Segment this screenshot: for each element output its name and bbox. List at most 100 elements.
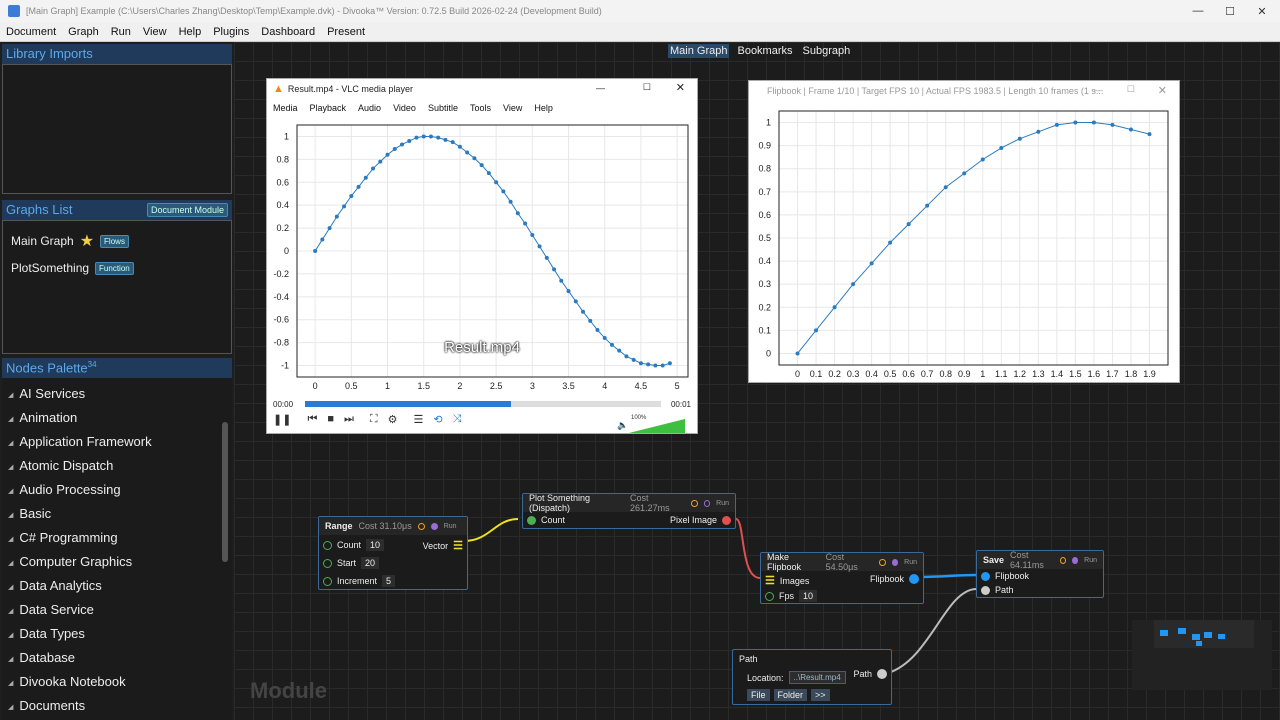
input-pin[interactable] <box>981 585 990 595</box>
output-pin[interactable] <box>909 574 919 584</box>
data-point <box>1054 122 1059 127</box>
output-pin[interactable] <box>722 515 731 525</box>
playlist-icon[interactable]: ☰ <box>413 413 423 426</box>
x-tick-label: 1.9 <box>1143 369 1156 379</box>
data-point <box>363 175 368 180</box>
output-pin[interactable] <box>877 669 887 679</box>
status-indicator-icon <box>430 522 438 530</box>
count-value[interactable]: 10 <box>366 539 385 551</box>
list-pin-icon[interactable]: ☰ <box>453 539 463 552</box>
list-pin-icon[interactable]: ☰ <box>765 574 775 587</box>
maximize-button[interactable]: ☐ <box>643 82 651 93</box>
previous-icon[interactable]: ⏮ <box>307 413 317 426</box>
next-icon[interactable]: ⏭ <box>344 413 354 426</box>
run-button[interactable]: Run <box>444 523 457 530</box>
close-button[interactable]: ✕ <box>676 81 685 94</box>
run-button[interactable]: Run <box>904 559 917 566</box>
flipbook-window[interactable]: Flipbook | Frame 1/10 | Target FPS 10 | … <box>748 80 1180 383</box>
data-point <box>392 147 397 152</box>
path-input[interactable]: Path <box>981 585 1014 595</box>
make-flipbook-node[interactable]: Make Flipbook Cost 54.50μs Run ☰ Images Fps… <box>760 552 924 604</box>
run-indicator-icon <box>691 499 698 507</box>
fps-value[interactable]: 10 <box>799 590 818 602</box>
count-input[interactable]: Count 10 <box>323 539 385 551</box>
run-button[interactable]: Run <box>716 500 729 507</box>
vlc-time-end: 00:01 <box>670 400 691 409</box>
minimap[interactable] <box>1132 620 1272 690</box>
minimize-button[interactable]: — <box>1094 85 1103 95</box>
save-node[interactable]: Save Cost 64.11ms Run Flipbook Path <box>976 550 1104 598</box>
speaker-icon[interactable]: 🔈 <box>617 420 628 431</box>
x-tick-label: 0.9 <box>958 369 971 379</box>
start-value[interactable]: 20 <box>361 557 380 569</box>
input-pin[interactable] <box>323 540 332 550</box>
pause-icon[interactable]: ❚❚ <box>273 413 291 426</box>
data-point <box>667 361 672 366</box>
fullscreen-icon[interactable]: ⛶ <box>370 413 378 426</box>
file-button[interactable]: File <box>747 689 770 701</box>
flipbook-output[interactable]: Flipbook <box>870 574 919 584</box>
maximize-button[interactable]: ☐ <box>1127 84 1135 95</box>
location-value[interactable]: ..\Result.mp4 <box>788 671 846 684</box>
input-pin[interactable] <box>323 558 332 568</box>
data-point <box>638 361 643 366</box>
vlc-menu-audio[interactable]: Audio <box>352 103 387 113</box>
plot-something-node[interactable]: Plot Something (Dispatch) Cost 261.27ms Ru… <box>522 493 736 529</box>
folder-button[interactable]: Folder <box>773 689 808 701</box>
path-output[interactable]: Path <box>853 669 887 679</box>
data-point <box>523 221 528 226</box>
flipbook-input[interactable]: Flipbook <box>981 571 1029 581</box>
vlc-menu-tools[interactable]: Tools <box>464 103 497 113</box>
minimize-button[interactable]: — <box>596 83 605 93</box>
close-button[interactable]: ✕ <box>1158 84 1167 97</box>
vlc-volume-slider[interactable] <box>629 419 687 433</box>
count-input[interactable]: Count <box>527 515 565 525</box>
data-point <box>1036 129 1041 134</box>
x-tick-label: 1 <box>980 369 985 379</box>
input-pin[interactable] <box>765 591 774 601</box>
location-field[interactable]: Location: ..\Result.mp4 <box>747 671 846 684</box>
path-node[interactable]: Path Location: ..\Result.mp4 Path File Fo… <box>732 649 892 705</box>
loop-icon[interactable]: ⟲ <box>433 413 442 426</box>
pixel-image-output[interactable]: Pixel Image <box>670 515 731 525</box>
increment-label: Increment <box>337 576 378 586</box>
fps-input[interactable]: Fps 10 <box>765 590 818 602</box>
node-cost: Cost 64.11ms <box>1010 550 1044 570</box>
vlc-menu-help[interactable]: Help <box>528 103 559 113</box>
vlc-seek-bar[interactable] <box>305 401 661 407</box>
vlc-time-start: 00:00 <box>273 400 294 409</box>
input-pin[interactable] <box>981 571 990 581</box>
input-pin[interactable] <box>323 576 332 586</box>
vlc-menu-view[interactable]: View <box>497 103 528 113</box>
vlc-menu-media[interactable]: Media <box>267 103 304 113</box>
node-title: Range <box>325 521 353 531</box>
images-input[interactable]: ☰ Images <box>765 574 809 587</box>
x-tick-label: 0.2 <box>828 369 841 379</box>
data-point <box>566 289 571 294</box>
vlc-menu-video[interactable]: Video <box>387 103 422 113</box>
vlc-menu-playback[interactable]: Playback <box>304 103 353 113</box>
data-point <box>653 363 658 368</box>
vlc-menu-subtitle[interactable]: Subtitle <box>422 103 464 113</box>
x-tick-label: 0.7 <box>921 369 934 379</box>
stop-icon[interactable]: ■ <box>327 413 334 426</box>
more-button[interactable]: >> <box>811 689 830 701</box>
vector-output[interactable]: Vector ☰ <box>423 539 463 552</box>
flipbook-label: Flipbook <box>869 574 904 584</box>
increment-value[interactable]: 5 <box>382 575 396 587</box>
extended-settings-icon[interactable]: ⚙ <box>388 413 398 426</box>
input-pin[interactable] <box>527 515 536 525</box>
x-tick-label: 1.7 <box>1106 369 1119 379</box>
x-tick-label: 2.5 <box>490 381 503 391</box>
run-button[interactable]: Run <box>1084 557 1097 564</box>
start-input[interactable]: Start 20 <box>323 557 380 569</box>
range-node[interactable]: Range Cost 31.10μs Run Count 10 Start 20 Inc… <box>318 516 468 590</box>
shuffle-icon[interactable]: ⤨ <box>453 413 462 426</box>
flipbook-node-header: Make Flipbook Cost 54.50μs Run <box>761 552 923 572</box>
y-tick-label: 0.6 <box>276 177 289 187</box>
y-tick-label: 0.2 <box>276 223 289 233</box>
increment-input[interactable]: Increment 5 <box>323 575 396 587</box>
plot-node-header: Plot Something (Dispatch) Cost 261.27ms Ru… <box>523 493 735 513</box>
data-point <box>342 204 347 209</box>
vlc-window[interactable]: ▲ Result.mp4 - VLC media player — ☐ ✕ Me… <box>266 78 698 434</box>
